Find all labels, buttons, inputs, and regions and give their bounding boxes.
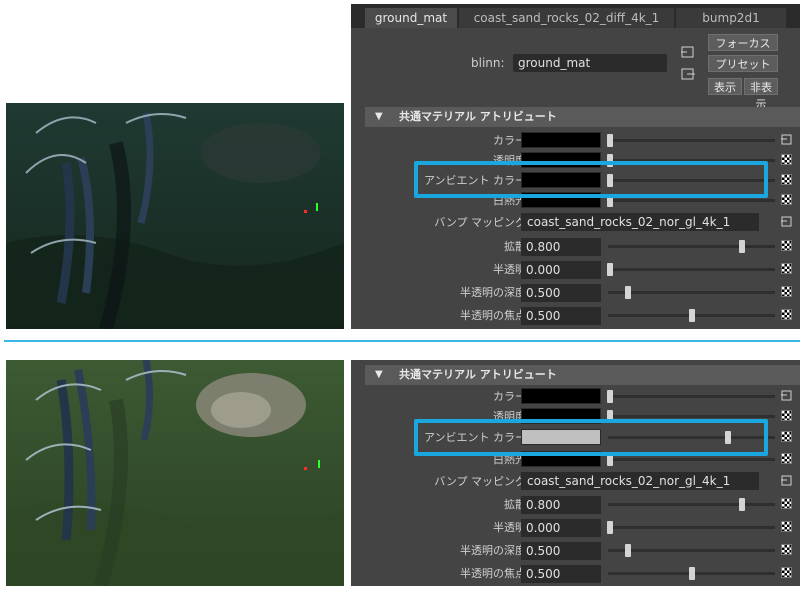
bump-texture-field[interactable]: coast_sand_rocks_02_nor_gl_4k_1 (521, 213, 759, 231)
attr-row-translucence-depth: 半透明の深度 0.500 (365, 281, 800, 304)
common-attributes-header[interactable]: ▼ 共通マテリアル アトリビュート (365, 365, 800, 385)
translucence-depth-slider[interactable] (608, 286, 775, 299)
translucence-depth-field[interactable]: 0.500 (521, 542, 601, 560)
ambient-highlight-box-after (414, 419, 768, 456)
checker-map-icon[interactable] (781, 431, 792, 442)
translucence-depth-slider[interactable] (608, 544, 775, 557)
checker-map-icon[interactable] (781, 240, 792, 251)
translucence-depth-field[interactable]: 0.500 (521, 284, 601, 302)
color-swatch[interactable] (521, 132, 601, 148)
bump-texture-field[interactable]: coast_sand_rocks_02_nor_gl_4k_1 (521, 472, 759, 490)
translucence-field[interactable]: 0.000 (521, 519, 601, 537)
attr-row-translucence-focus: 半透明の焦点 0.500 (365, 562, 800, 585)
input-connection-icon[interactable] (681, 46, 695, 58)
scene-render-dark (6, 103, 344, 329)
translucence-focus-field[interactable]: 0.500 (521, 565, 601, 583)
viewport-after[interactable] (6, 360, 344, 586)
diffuse-slider[interactable] (608, 498, 775, 511)
attr-row-translucence: 半透明 0.000 (365, 258, 800, 281)
tab-bar: ground_mat coast_sand_rocks_02_diff_4k_1… (351, 4, 800, 28)
checker-map-icon[interactable] (781, 567, 792, 578)
attr-row-bump: バンプ マッピング coast_sand_rocks_02_nor_gl_4k_… (365, 470, 800, 493)
ambient-highlight-box-before (414, 161, 768, 198)
tab-bump2d[interactable]: bump2d1 (676, 8, 786, 28)
transparency-slider[interactable] (607, 410, 775, 423)
collapse-triangle-icon: ▼ (375, 111, 383, 122)
diffuse-field[interactable]: 0.800 (521, 496, 601, 514)
slider-thumb[interactable] (607, 521, 613, 534)
checker-map-icon[interactable] (781, 498, 792, 509)
section-divider (4, 340, 800, 342)
incandescence-slider[interactable] (607, 194, 775, 207)
translucence-slider[interactable] (607, 263, 775, 276)
map-button-icon[interactable] (781, 133, 793, 145)
checker-map-icon[interactable] (781, 453, 792, 464)
checker-map-icon[interactable] (781, 521, 792, 532)
collapse-triangle-icon: ▼ (375, 369, 383, 380)
slider-thumb[interactable] (625, 544, 632, 557)
attr-row-diffuse: 拡散 0.800 (365, 235, 800, 258)
checker-map-icon[interactable] (781, 309, 792, 320)
diffuse-slider[interactable] (608, 240, 775, 253)
viewport-before[interactable] (6, 103, 344, 329)
attribute-editor-after: ▼ 共通マテリアル アトリビュート カラー 透明度 アンビエント カラー 白熱光… (351, 360, 800, 586)
attr-row-bump: バンプ マッピング coast_sand_rocks_02_nor_gl_4k_… (365, 211, 800, 234)
preset-button[interactable]: プリセット (708, 55, 778, 72)
show-button[interactable]: 表示 (708, 78, 742, 95)
attr-row-translucence-focus: 半透明の焦点 0.500 (365, 304, 800, 327)
common-attributes-header[interactable]: ▼ 共通マテリアル アトリビュート (365, 107, 800, 127)
slider-thumb[interactable] (738, 498, 745, 511)
map-button-icon[interactable] (781, 389, 793, 401)
attr-row-translucence-depth: 半透明の深度 0.500 (365, 539, 800, 562)
tab-ground-mat[interactable]: ground_mat (365, 8, 457, 28)
material-name-field[interactable]: ground_mat (513, 54, 667, 72)
attr-row-diffuse: 拡散 0.800 (365, 493, 800, 516)
hide-button[interactable]: 非表示 (744, 78, 778, 111)
slider-thumb[interactable] (607, 390, 613, 403)
slider-thumb[interactable] (688, 309, 695, 322)
slider-thumb[interactable] (625, 286, 632, 299)
color-slider[interactable] (607, 134, 775, 147)
checker-map-icon[interactable] (781, 544, 792, 555)
color-slider[interactable] (607, 390, 775, 403)
incandescence-slider[interactable] (607, 453, 775, 466)
scene-render-bright (6, 360, 344, 586)
slider-thumb[interactable] (738, 240, 745, 253)
slider-thumb[interactable] (688, 567, 695, 580)
checker-map-icon[interactable] (781, 174, 792, 185)
translucence-focus-field[interactable]: 0.500 (521, 307, 601, 325)
color-swatch[interactable] (521, 388, 601, 404)
output-connection-icon[interactable] (681, 68, 695, 80)
slider-thumb[interactable] (607, 134, 613, 147)
checker-map-icon[interactable] (781, 410, 792, 421)
slider-thumb[interactable] (607, 263, 613, 276)
material-type-label: blinn: (471, 56, 505, 70)
checker-map-icon[interactable] (781, 286, 792, 297)
tab-diffuse-texture[interactable]: coast_sand_rocks_02_diff_4k_1 (459, 8, 674, 28)
translucence-focus-slider[interactable] (608, 309, 775, 322)
map-button-icon[interactable] (781, 474, 793, 486)
map-button-icon[interactable] (781, 215, 793, 227)
translucence-field[interactable]: 0.000 (521, 261, 601, 279)
attr-row-translucence: 半透明 0.000 (365, 516, 800, 539)
translucence-focus-slider[interactable] (608, 567, 775, 580)
focus-button[interactable]: フォーカス (708, 34, 778, 51)
checker-map-icon[interactable] (781, 263, 792, 274)
translucence-slider[interactable] (607, 521, 775, 534)
diffuse-field[interactable]: 0.800 (521, 238, 601, 256)
checker-map-icon[interactable] (781, 194, 792, 205)
checker-map-icon[interactable] (781, 154, 792, 165)
